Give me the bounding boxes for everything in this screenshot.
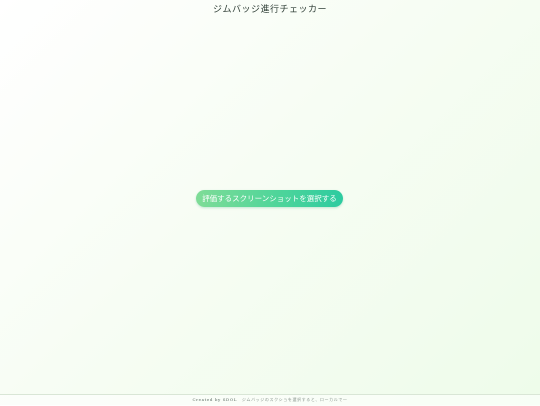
footer: Created by SDOL ジムバッジのスクショを選択すると、ローカルで一 — [0, 394, 540, 406]
footer-note: ジムバッジのスクショを選択すると、ローカルで一 — [241, 397, 348, 402]
select-screenshot-button[interactable]: 評価するスクリーンショットを選択する — [196, 190, 343, 207]
app-title: ジムバッジ進行チェッカー — [212, 5, 327, 15]
footer-credit: Created by SDOL — [192, 397, 237, 402]
